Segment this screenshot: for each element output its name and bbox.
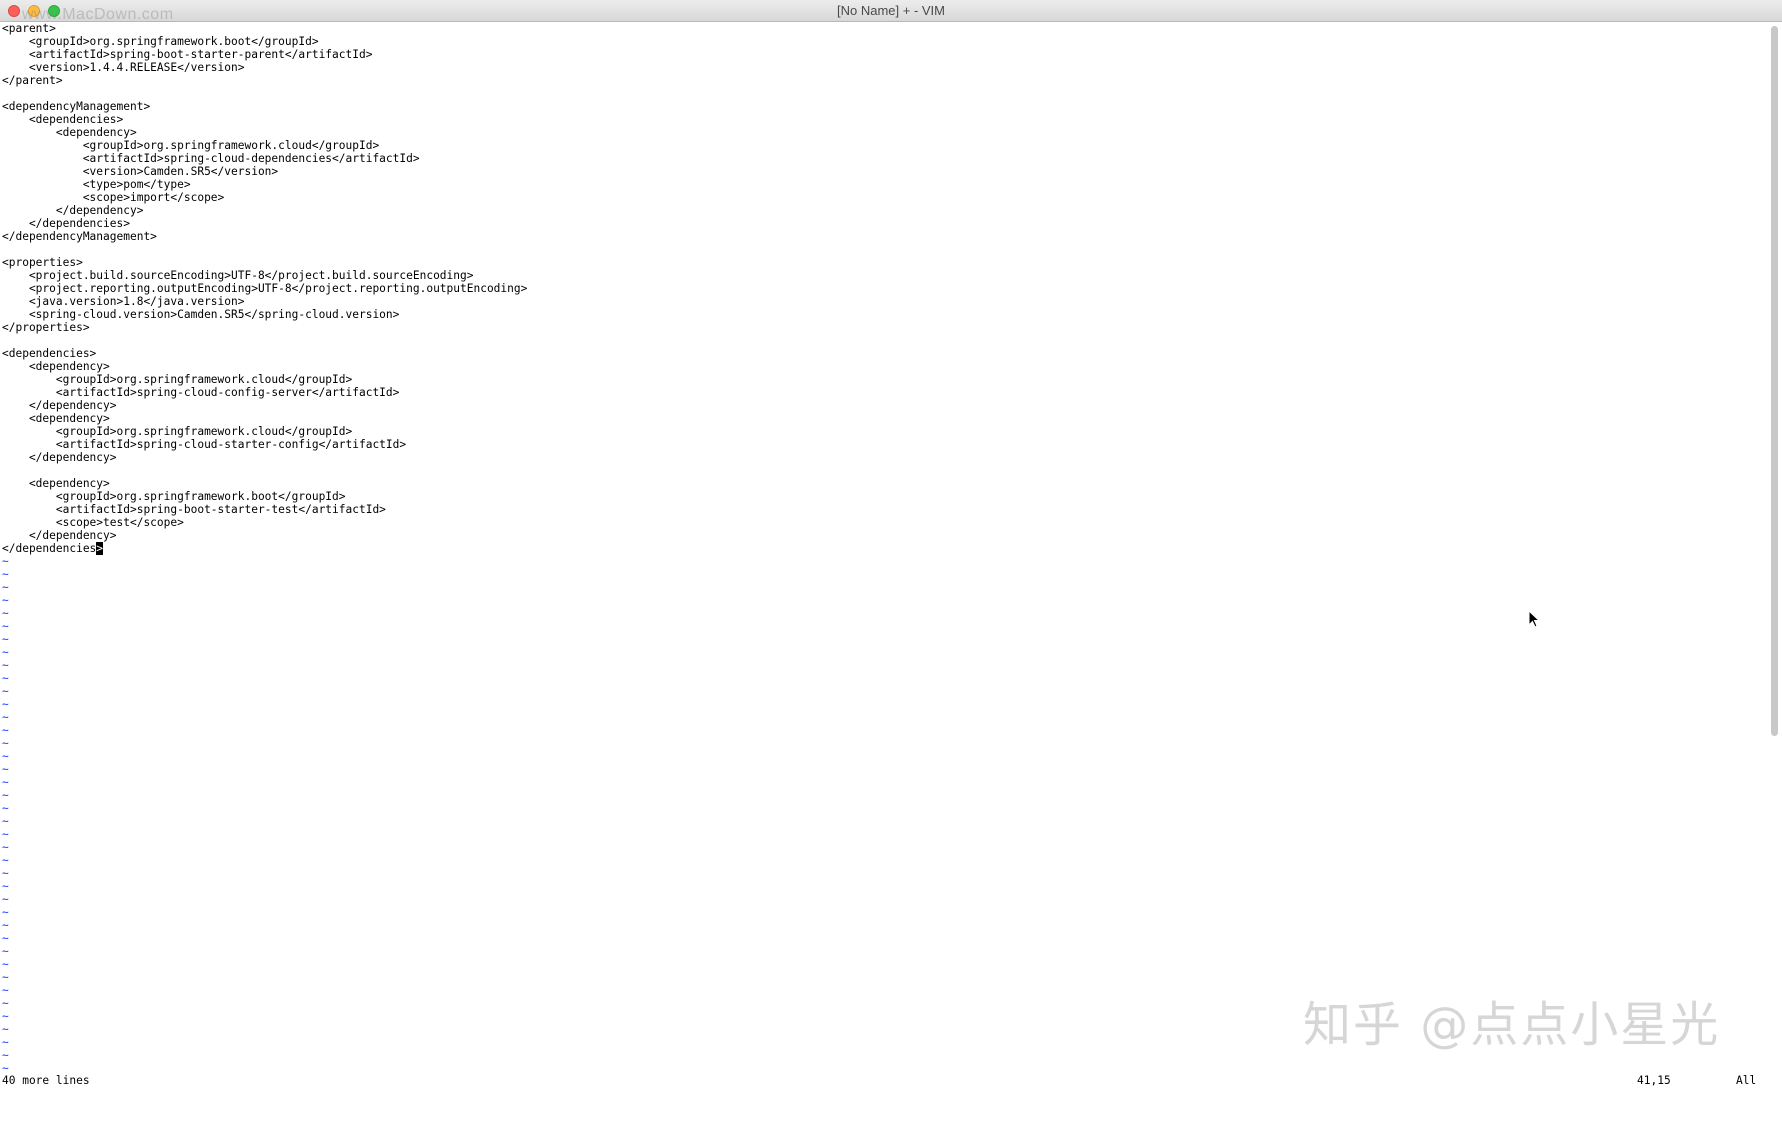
code-line[interactable]: <version>1.4.4.RELEASE</version> <box>2 61 1766 74</box>
code-line[interactable]: <artifactId>spring-cloud-starter-config<… <box>2 438 1766 451</box>
empty-line-marker: ~ <box>2 620 9 633</box>
empty-line-marker: ~ <box>2 919 9 932</box>
code-line[interactable]: <artifactId>spring-boot-starter-test</ar… <box>2 503 1766 516</box>
code-line[interactable]: <java.version>1.8</java.version> <box>2 295 1766 308</box>
status-bar: 40 more lines 41,15 All <box>0 1073 1782 1089</box>
code-line[interactable]: <artifactId>spring-cloud-dependencies</a… <box>2 152 1766 165</box>
code-line[interactable] <box>2 334 1766 347</box>
empty-line-marker: ~ <box>2 711 9 724</box>
vim-window: www.MacDown.com [No Name] + - VIM <paren… <box>0 0 1782 1090</box>
empty-line-marker: ~ <box>2 659 9 672</box>
empty-line-marker: ~ <box>2 750 9 763</box>
empty-line-marker: ~ <box>2 945 9 958</box>
code-line[interactable] <box>2 464 1766 477</box>
code-line[interactable]: <project.reporting.outputEncoding>UTF-8<… <box>2 282 1766 295</box>
code-line[interactable]: </properties> <box>2 321 1766 334</box>
empty-line-marker: ~ <box>2 581 9 594</box>
code-line[interactable]: <parent> <box>2 22 1766 35</box>
empty-line-marker: ~ <box>2 841 9 854</box>
empty-line-marker: ~ <box>2 776 9 789</box>
empty-line-marker: ~ <box>2 763 9 776</box>
watermark-bottom: 知乎 @点点小星光 <box>1303 997 1721 1053</box>
code-line[interactable]: </dependencyManagement> <box>2 230 1766 243</box>
vertical-scrollbar[interactable] <box>1769 24 1780 1070</box>
empty-line-marker: ~ <box>2 646 9 659</box>
code-line[interactable]: <scope>test</scope> <box>2 516 1766 529</box>
empty-line-marker: ~ <box>2 594 9 607</box>
code-line[interactable]: <groupId>org.springframework.cloud</grou… <box>2 139 1766 152</box>
code-line[interactable]: <dependencyManagement> <box>2 100 1766 113</box>
code-line[interactable]: <dependencies> <box>2 347 1766 360</box>
empty-line-marker: ~ <box>2 802 9 815</box>
text-cursor: > <box>96 542 104 555</box>
empty-line-marker: ~ <box>2 880 9 893</box>
empty-line-marker: ~ <box>2 685 9 698</box>
arrow-cursor-icon <box>1528 609 1541 632</box>
editor-buffer[interactable]: <parent> <groupId>org.springframework.bo… <box>2 22 1766 1070</box>
code-line[interactable]: <artifactId>spring-cloud-config-server</… <box>2 386 1766 399</box>
empty-line-marker: ~ <box>2 607 9 620</box>
empty-line-marker: ~ <box>2 1062 9 1070</box>
code-line[interactable]: <dependency> <box>2 126 1766 139</box>
code-line[interactable]: </parent> <box>2 74 1766 87</box>
empty-line-marker: ~ <box>2 893 9 906</box>
code-line[interactable]: <dependency> <box>2 360 1766 373</box>
code-line[interactable]: <project.build.sourceEncoding>UTF-8</pro… <box>2 269 1766 282</box>
code-line[interactable]: </dependency> <box>2 204 1766 217</box>
code-line[interactable]: <version>Camden.SR5</version> <box>2 165 1766 178</box>
empty-line-marker: ~ <box>2 867 9 880</box>
empty-line-marker: ~ <box>2 737 9 750</box>
code-line[interactable]: </dependencies> <box>2 217 1766 230</box>
code-line[interactable]: <type>pom</type> <box>2 178 1766 191</box>
code-line[interactable]: <groupId>org.springframework.boot</group… <box>2 490 1766 503</box>
code-line[interactable]: <artifactId>spring-boot-starter-parent</… <box>2 48 1766 61</box>
empty-line-marker: ~ <box>2 789 9 802</box>
cursor-position: 41,15 <box>1637 1074 1671 1087</box>
cursor-line-text: </dependencies <box>2 542 97 555</box>
empty-line-marker: ~ <box>2 854 9 867</box>
code-line[interactable]: <properties> <box>2 256 1766 269</box>
empty-line-marker: ~ <box>2 958 9 971</box>
empty-line-marker: ~ <box>2 932 9 945</box>
status-message: 40 more lines <box>2 1074 90 1087</box>
title-bar[interactable]: www.MacDown.com [No Name] + - VIM <box>0 0 1782 23</box>
window-title: [No Name] + - VIM <box>837 3 945 18</box>
code-line[interactable]: <scope>import</scope> <box>2 191 1766 204</box>
empty-line-marker: ~ <box>2 698 9 711</box>
empty-line-marker: ~ <box>2 672 9 685</box>
code-line[interactable] <box>2 87 1766 100</box>
code-line[interactable]: <dependency> <box>2 477 1766 490</box>
scrollbar-thumb[interactable] <box>1771 26 1778 736</box>
empty-line-marker: ~ <box>2 815 9 828</box>
empty-line-marker: ~ <box>2 906 9 919</box>
scroll-percent: All <box>1736 1074 1757 1087</box>
empty-line-marker: ~ <box>2 568 9 581</box>
code-line[interactable]: <groupId>org.springframework.cloud</grou… <box>2 373 1766 386</box>
cursor-line[interactable]: </dependencies> <box>2 542 1766 555</box>
code-line[interactable]: </dependency> <box>2 399 1766 412</box>
empty-line-marker: ~ <box>2 724 9 737</box>
code-line[interactable]: </dependency> <box>2 529 1766 542</box>
code-line[interactable]: <spring-cloud.version>Camden.SR5</spring… <box>2 308 1766 321</box>
code-line[interactable]: <dependencies> <box>2 113 1766 126</box>
empty-line-marker: ~ <box>2 555 9 568</box>
empty-line-marker: ~ <box>2 971 9 984</box>
code-lines: <parent> <groupId>org.springframework.bo… <box>2 22 1766 542</box>
code-line[interactable]: <groupId>org.springframework.cloud</grou… <box>2 425 1766 438</box>
empty-line-marker: ~ <box>2 633 9 646</box>
code-line[interactable]: </dependency> <box>2 451 1766 464</box>
code-line[interactable]: <groupId>org.springframework.boot</group… <box>2 35 1766 48</box>
code-line[interactable] <box>2 243 1766 256</box>
empty-line-marker: ~ <box>2 828 9 841</box>
code-line[interactable]: <dependency> <box>2 412 1766 425</box>
